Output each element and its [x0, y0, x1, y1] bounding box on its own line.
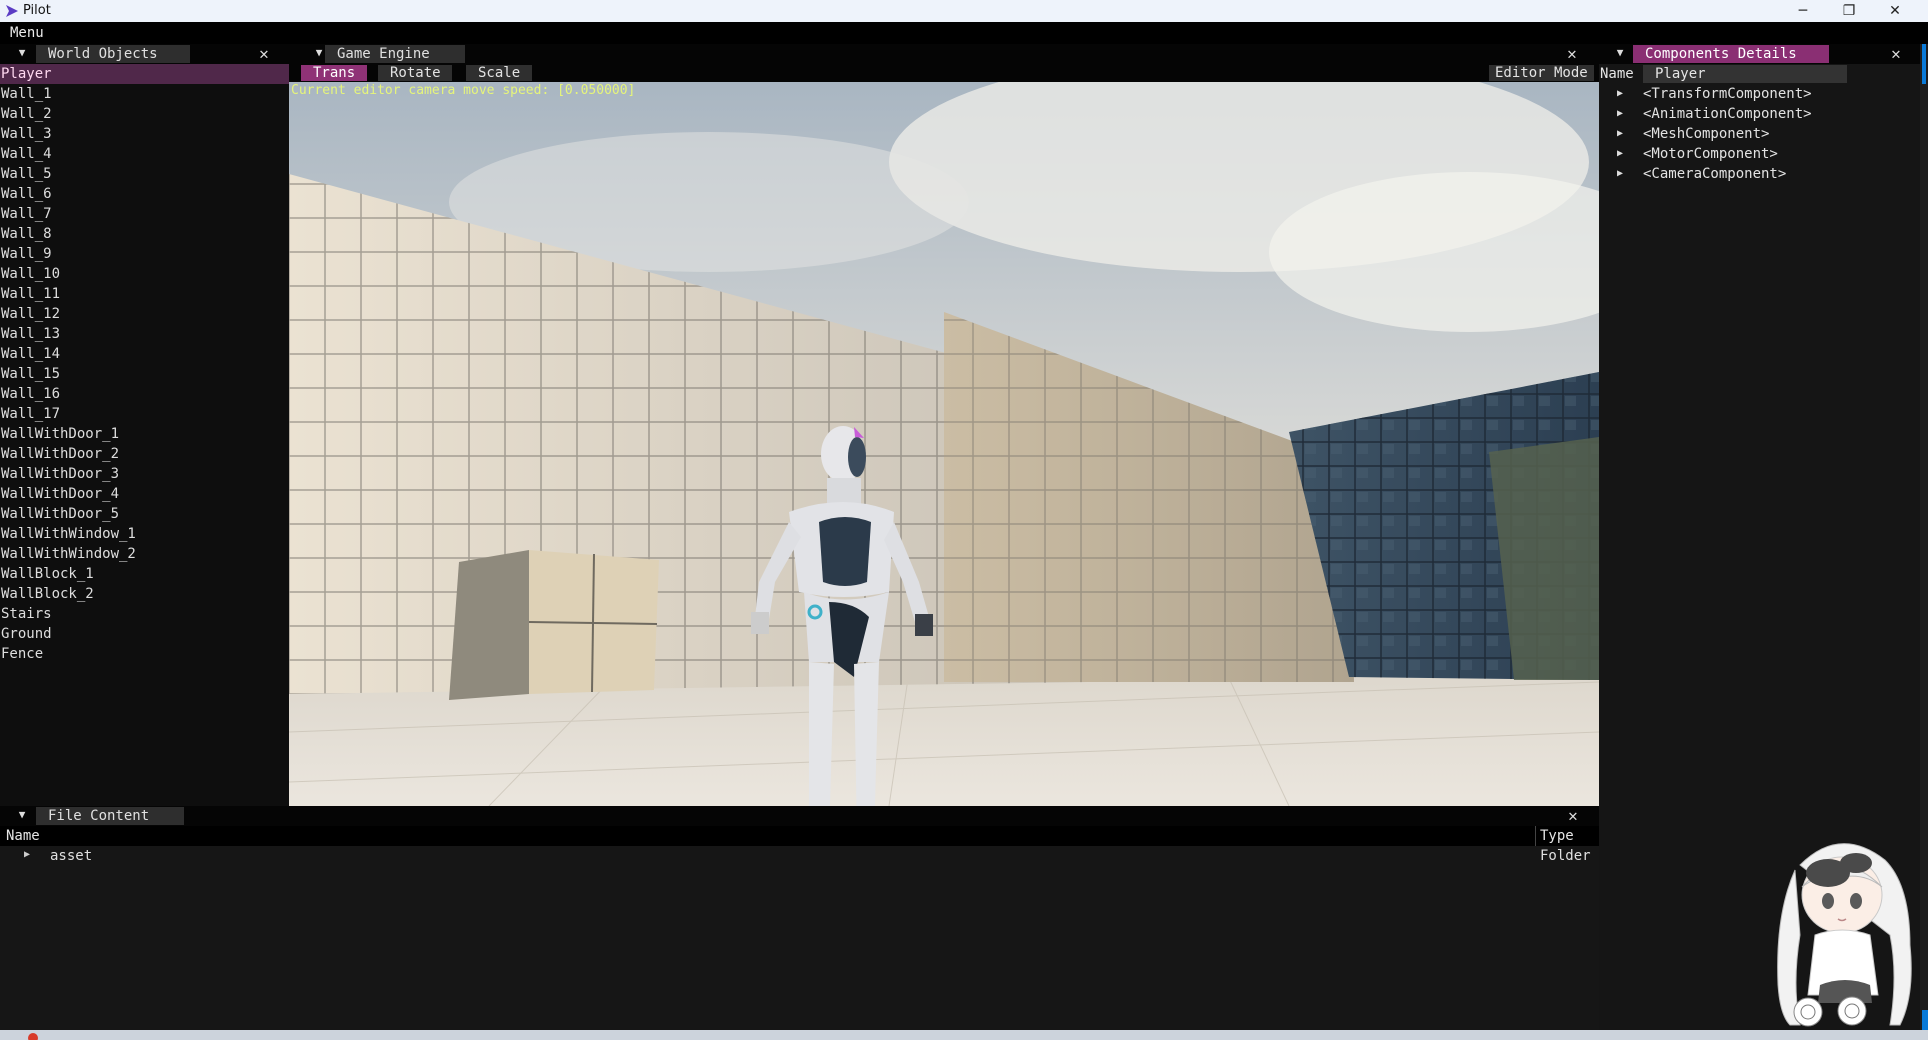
expand-arrow-icon[interactable]: ▶ [1617, 84, 1623, 104]
components-details-tab[interactable]: Components Details [1633, 45, 1829, 63]
world-object-item[interactable]: Wall_16 [0, 384, 289, 404]
expand-arrow-icon[interactable]: ▶ [1617, 144, 1623, 164]
world-object-item[interactable]: WallWithDoor_5 [0, 504, 289, 524]
world-object-item[interactable]: Ground [0, 624, 289, 644]
world-objects-list: Player Wall_1 Wall_2 Wall_3 Wall_4 Wall_5 Wall… [0, 64, 289, 664]
expand-arrow-icon[interactable]: ▶ [1617, 164, 1623, 184]
components-list: ▶ <TransformComponent> ▶ <AnimationComponen… [1599, 84, 1920, 184]
game-engine-header: ▼ Game Engine ✕ [289, 44, 1599, 64]
close-icon[interactable]: ✕ [255, 44, 273, 64]
expand-arrow-icon[interactable]: ▶ [1617, 104, 1623, 124]
file-content-header: ▼ File Content ✕ [0, 806, 1599, 826]
trans-tool-button[interactable]: Trans [301, 65, 367, 81]
camera-speed-readout: Current editor camera move speed: [0.050… [291, 83, 636, 98]
component-item[interactable]: ▶ <MotorComponent> [1599, 144, 1920, 164]
name-column-header[interactable]: Name [6, 828, 40, 844]
world-object-item[interactable]: Wall_4 [0, 144, 289, 164]
window-title: Pilot [23, 3, 51, 18]
expand-arrow-icon[interactable]: ▶ [24, 849, 30, 860]
world-objects-header: ▼ World Objects ✕ [0, 44, 289, 64]
file-content-tab[interactable]: File Content [36, 807, 184, 825]
component-label: <CameraComponent> [1643, 166, 1787, 182]
world-object-item[interactable]: WallWithDoor_3 [0, 464, 289, 484]
scene-render [289, 82, 1599, 806]
close-icon[interactable]: ✕ [1564, 806, 1582, 826]
table-row[interactable]: ▶ asset Folder [0, 846, 1599, 866]
world-object-item[interactable]: Wall_15 [0, 364, 289, 384]
component-item[interactable]: ▶ <TransformComponent> [1599, 84, 1920, 104]
scrollbar-thumb[interactable] [1922, 1010, 1928, 1030]
world-object-item[interactable]: Stairs [0, 604, 289, 624]
file-content-panel: ▼ File Content ✕ Name Type ▶ asset Folde… [0, 806, 1599, 1030]
collapse-triangle-icon[interactable]: ▼ [14, 45, 30, 61]
world-object-item[interactable]: Fence [0, 644, 289, 664]
rotate-tool-button[interactable]: Rotate [378, 65, 452, 81]
scrollbar-thumb[interactable] [1922, 44, 1926, 84]
world-object-item[interactable]: WallWithWindow_2 [0, 544, 289, 564]
world-object-item[interactable]: Wall_6 [0, 184, 289, 204]
column-separator[interactable] [1535, 826, 1536, 846]
close-icon[interactable]: ✕ [1887, 44, 1905, 64]
component-label: <MeshComponent> [1643, 126, 1770, 142]
world-object-item[interactable]: WallWithWindow_1 [0, 524, 289, 544]
name-field[interactable]: Player [1643, 65, 1847, 83]
component-item[interactable]: ▶ <CameraComponent> [1599, 164, 1920, 184]
world-object-item[interactable]: WallWithDoor_2 [0, 444, 289, 464]
world-object-item[interactable]: Wall_2 [0, 104, 289, 124]
component-label: <MotorComponent> [1643, 146, 1778, 162]
world-object-item[interactable]: Wall_12 [0, 304, 289, 324]
world-object-item[interactable]: Wall_3 [0, 124, 289, 144]
component-label: <AnimationComponent> [1643, 106, 1812, 122]
close-window-button[interactable]: ✕ [1872, 0, 1918, 22]
file-table-header: Name Type [0, 826, 1599, 846]
collapse-triangle-icon[interactable]: ▼ [1612, 45, 1628, 61]
notification-dot-icon [28, 1033, 38, 1040]
minimize-button[interactable]: ─ [1780, 0, 1826, 22]
world-objects-tab[interactable]: World Objects [36, 45, 190, 63]
file-type: Folder [1540, 848, 1591, 864]
close-icon[interactable]: ✕ [1563, 44, 1581, 64]
window-titlebar: Pilot ─ ❐ ✕ [0, 0, 1928, 22]
pilot-app-icon [6, 5, 18, 17]
world-object-item[interactable]: WallBlock_1 [0, 564, 289, 584]
world-object-item[interactable]: Wall_14 [0, 344, 289, 364]
world-object-item[interactable]: Wall_9 [0, 244, 289, 264]
menu-bar: Menu [0, 22, 1928, 44]
component-item[interactable]: ▶ <AnimationComponent> [1599, 104, 1920, 124]
component-item[interactable]: ▶ <MeshComponent> [1599, 124, 1920, 144]
world-object-item[interactable]: Wall_8 [0, 224, 289, 244]
game-viewport[interactable]: Current editor camera move speed: [0.050… [289, 82, 1599, 806]
mascot-character-image [1777, 843, 1912, 1027]
menu-button[interactable]: Menu [10, 25, 44, 41]
type-column-header[interactable]: Type [1540, 828, 1574, 844]
world-object-item[interactable]: Wall_5 [0, 164, 289, 184]
scrollbar[interactable] [1920, 44, 1928, 1030]
expand-arrow-icon[interactable]: ▶ [1617, 124, 1623, 144]
world-object-item[interactable]: Wall_1 [0, 84, 289, 104]
world-object-item[interactable]: Wall_7 [0, 204, 289, 224]
game-engine-tab[interactable]: Game Engine [325, 45, 465, 63]
maximize-button[interactable]: ❐ [1826, 0, 1872, 22]
editor-mode-button[interactable]: Editor Mode [1489, 65, 1594, 81]
world-object-item[interactable]: Wall_10 [0, 264, 289, 284]
world-objects-panel: ▼ World Objects ✕ Player Wall_1 Wall_2 Wall… [0, 44, 289, 808]
world-object-item[interactable]: Wall_13 [0, 324, 289, 344]
scale-tool-button[interactable]: Scale [466, 65, 532, 81]
components-details-header: ▼ Components Details ✕ [1599, 44, 1920, 64]
world-object-item[interactable]: WallWithDoor_4 [0, 484, 289, 504]
component-label: <TransformComponent> [1643, 86, 1812, 102]
engine-toolbar: Trans Rotate Scale Editor Mode [289, 64, 1599, 82]
world-object-item[interactable]: Wall_11 [0, 284, 289, 304]
world-object-item[interactable]: Wall_17 [0, 404, 289, 424]
taskbar-strip [0, 1030, 1928, 1040]
world-object-item[interactable]: WallBlock_2 [0, 584, 289, 604]
collapse-triangle-icon[interactable]: ▼ [14, 807, 30, 823]
file-name: asset [50, 848, 93, 864]
world-object-item[interactable]: Player [0, 64, 289, 84]
world-object-item[interactable]: WallWithDoor_1 [0, 424, 289, 444]
name-label: Name [1600, 66, 1634, 82]
component-name-row: Name Player [1599, 64, 1920, 84]
